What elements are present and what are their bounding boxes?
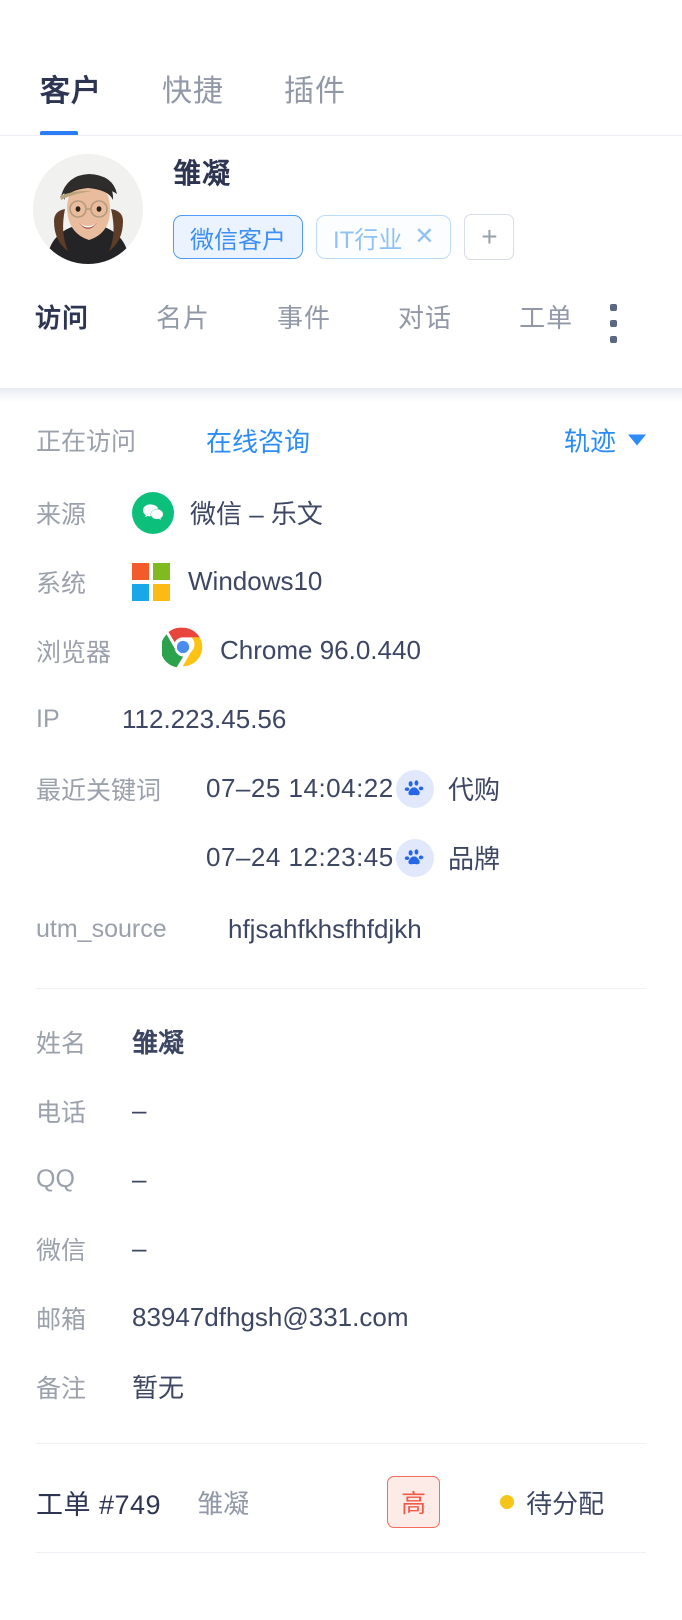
row-browser: 浏览器 Chrome 96.0.440 xyxy=(36,616,646,685)
browser-label: 浏览器 xyxy=(36,638,112,667)
subtab-card[interactable]: 名片 xyxy=(156,298,210,335)
ticket-status: 待分配 xyxy=(500,1484,604,1521)
source-value-wrap: 微信 – 乐文 xyxy=(132,491,323,534)
source-value: 微信 – 乐文 xyxy=(190,499,323,529)
row-source: 来源 微信 – 乐文 xyxy=(36,478,646,547)
row-contact-phone: 电话 – xyxy=(36,1076,646,1145)
baidu-paw-icon xyxy=(396,838,434,877)
utm-source-label: utm_source xyxy=(36,914,167,943)
ticket-row[interactable]: 工单 #749 雏凝 高 待分配 xyxy=(36,1462,646,1542)
contact-value: 暂无 xyxy=(132,1373,185,1403)
tag-list: 微信客户 IT行业 ✕ + xyxy=(173,214,646,260)
contact-value: – xyxy=(132,1164,147,1194)
row-keyword-2: 07–24 12:23:45 品牌 xyxy=(36,823,646,892)
add-tag-button[interactable]: + xyxy=(464,214,515,260)
tag-label: 微信客户 xyxy=(190,226,286,254)
track-label: 轨迹 xyxy=(563,426,616,457)
subtab-event[interactable]: 事件 xyxy=(277,298,331,335)
contact-value: 雏凝 xyxy=(132,1028,185,1058)
close-icon[interactable]: ✕ xyxy=(414,225,434,249)
divider xyxy=(36,988,646,989)
ip-label: IP xyxy=(36,705,60,733)
keywords-label: 最近关键词 xyxy=(36,776,162,805)
tab-customer[interactable]: 客户 xyxy=(40,66,102,136)
tag-wechat-customer[interactable]: 微信客户 xyxy=(173,215,303,259)
current-visit-label: 正在访问 xyxy=(36,428,137,456)
source-label: 来源 xyxy=(36,500,87,529)
keyword-item: 07–25 14:04:22 代购 xyxy=(206,769,501,808)
more-vertical-icon[interactable] xyxy=(610,304,620,343)
customer-name: 雏凝 xyxy=(173,158,232,189)
ip-value: 112.223.45.56 xyxy=(122,704,287,734)
contact-value: – xyxy=(132,1095,147,1125)
row-contact-qq: QQ – xyxy=(36,1145,646,1214)
contact-label: 邮箱 xyxy=(36,1305,87,1334)
contact-value: 83947dfhgsh@331.com xyxy=(132,1302,409,1332)
contact-label: 微信 xyxy=(36,1236,87,1265)
subtab-visit[interactable]: 访问 xyxy=(35,298,89,335)
utm-source-value: hfjsahfkhsfhfdjkh xyxy=(228,913,422,944)
row-contact-name: 姓名 雏凝 xyxy=(36,1007,646,1076)
header-separator xyxy=(0,388,682,402)
keyword-word: 品牌 xyxy=(448,844,501,874)
wechat-icon xyxy=(132,491,174,534)
chrome-icon xyxy=(160,626,204,675)
contact-label: QQ xyxy=(36,1165,75,1193)
row-utm-source: utm_source hfjsahfkhsfhfdjkh xyxy=(36,892,646,966)
subtab-ticket[interactable]: 工单 xyxy=(519,298,573,335)
dot xyxy=(610,320,617,327)
ticket-id: 工单 #749 xyxy=(36,1489,162,1520)
ticket-customer: 雏凝 xyxy=(197,1488,250,1519)
divider xyxy=(36,1552,646,1553)
track-dropdown[interactable]: 轨迹 xyxy=(564,422,646,459)
tab-quick[interactable]: 快捷 xyxy=(162,66,224,136)
divider xyxy=(36,1443,646,1444)
tag-label: IT行业 xyxy=(333,226,403,254)
row-keyword-1: 最近关键词 07–25 14:04:22 代购 xyxy=(36,754,646,823)
row-os: 系统 Windows10 xyxy=(36,547,646,616)
row-ip: IP 112.223.45.56 xyxy=(36,685,646,754)
dot xyxy=(610,304,617,311)
row-contact-email: 邮箱 83947dfhgsh@331.com xyxy=(36,1283,646,1352)
keyword-item: 07–24 12:23:45 品牌 xyxy=(36,838,501,877)
current-visit-value[interactable]: 在线咨询 xyxy=(206,422,310,459)
row-contact-note: 备注 暂无 xyxy=(36,1352,646,1421)
customer-profile-header: 雏凝 微信客户 IT行业 ✕ + 访问 名片 事件 对话 工单 xyxy=(0,136,682,388)
contact-value: – xyxy=(132,1233,147,1263)
status-dot-icon xyxy=(500,1495,515,1509)
avatar[interactable] xyxy=(33,154,143,264)
tab-plugin[interactable]: 插件 xyxy=(284,66,346,136)
ticket-status-label: 待分配 xyxy=(526,1488,605,1519)
contact-label: 备注 xyxy=(36,1374,87,1403)
browser-value: Chrome 96.0.440 xyxy=(220,635,421,665)
contact-label: 姓名 xyxy=(36,1029,87,1058)
customer-sub-tab-bar: 访问 名片 事件 对话 工单 xyxy=(33,298,646,335)
dot xyxy=(610,336,617,343)
ticket-priority-badge: 高 xyxy=(387,1476,441,1528)
keyword-time: 07–24 12:23:45 xyxy=(206,842,394,872)
profile-main: 雏凝 微信客户 IT行业 ✕ + xyxy=(173,154,646,260)
windows-icon xyxy=(132,562,170,601)
baidu-paw-icon xyxy=(396,769,434,808)
row-current-visit: 正在访问 在线咨询 轨迹 xyxy=(36,402,646,478)
keyword-word: 代购 xyxy=(448,775,501,805)
tag-it-industry[interactable]: IT行业 ✕ xyxy=(316,215,452,259)
subtab-conversation[interactable]: 对话 xyxy=(398,298,452,335)
top-tab-bar: 客户 快捷 插件 xyxy=(0,0,682,136)
row-contact-wechat: 微信 – xyxy=(36,1214,646,1283)
os-value: Windows10 xyxy=(188,566,323,596)
keyword-time: 07–25 14:04:22 xyxy=(206,773,394,803)
browser-value-wrap: Chrome 96.0.440 xyxy=(160,626,421,675)
visit-panel: 正在访问 在线咨询 轨迹 来源 微信 – 乐文 系统 Windows10 浏览器… xyxy=(0,402,682,1553)
contact-label: 电话 xyxy=(36,1098,87,1127)
os-label: 系统 xyxy=(36,569,87,598)
os-value-wrap: Windows10 xyxy=(132,562,323,601)
chevron-down-icon xyxy=(628,434,646,446)
